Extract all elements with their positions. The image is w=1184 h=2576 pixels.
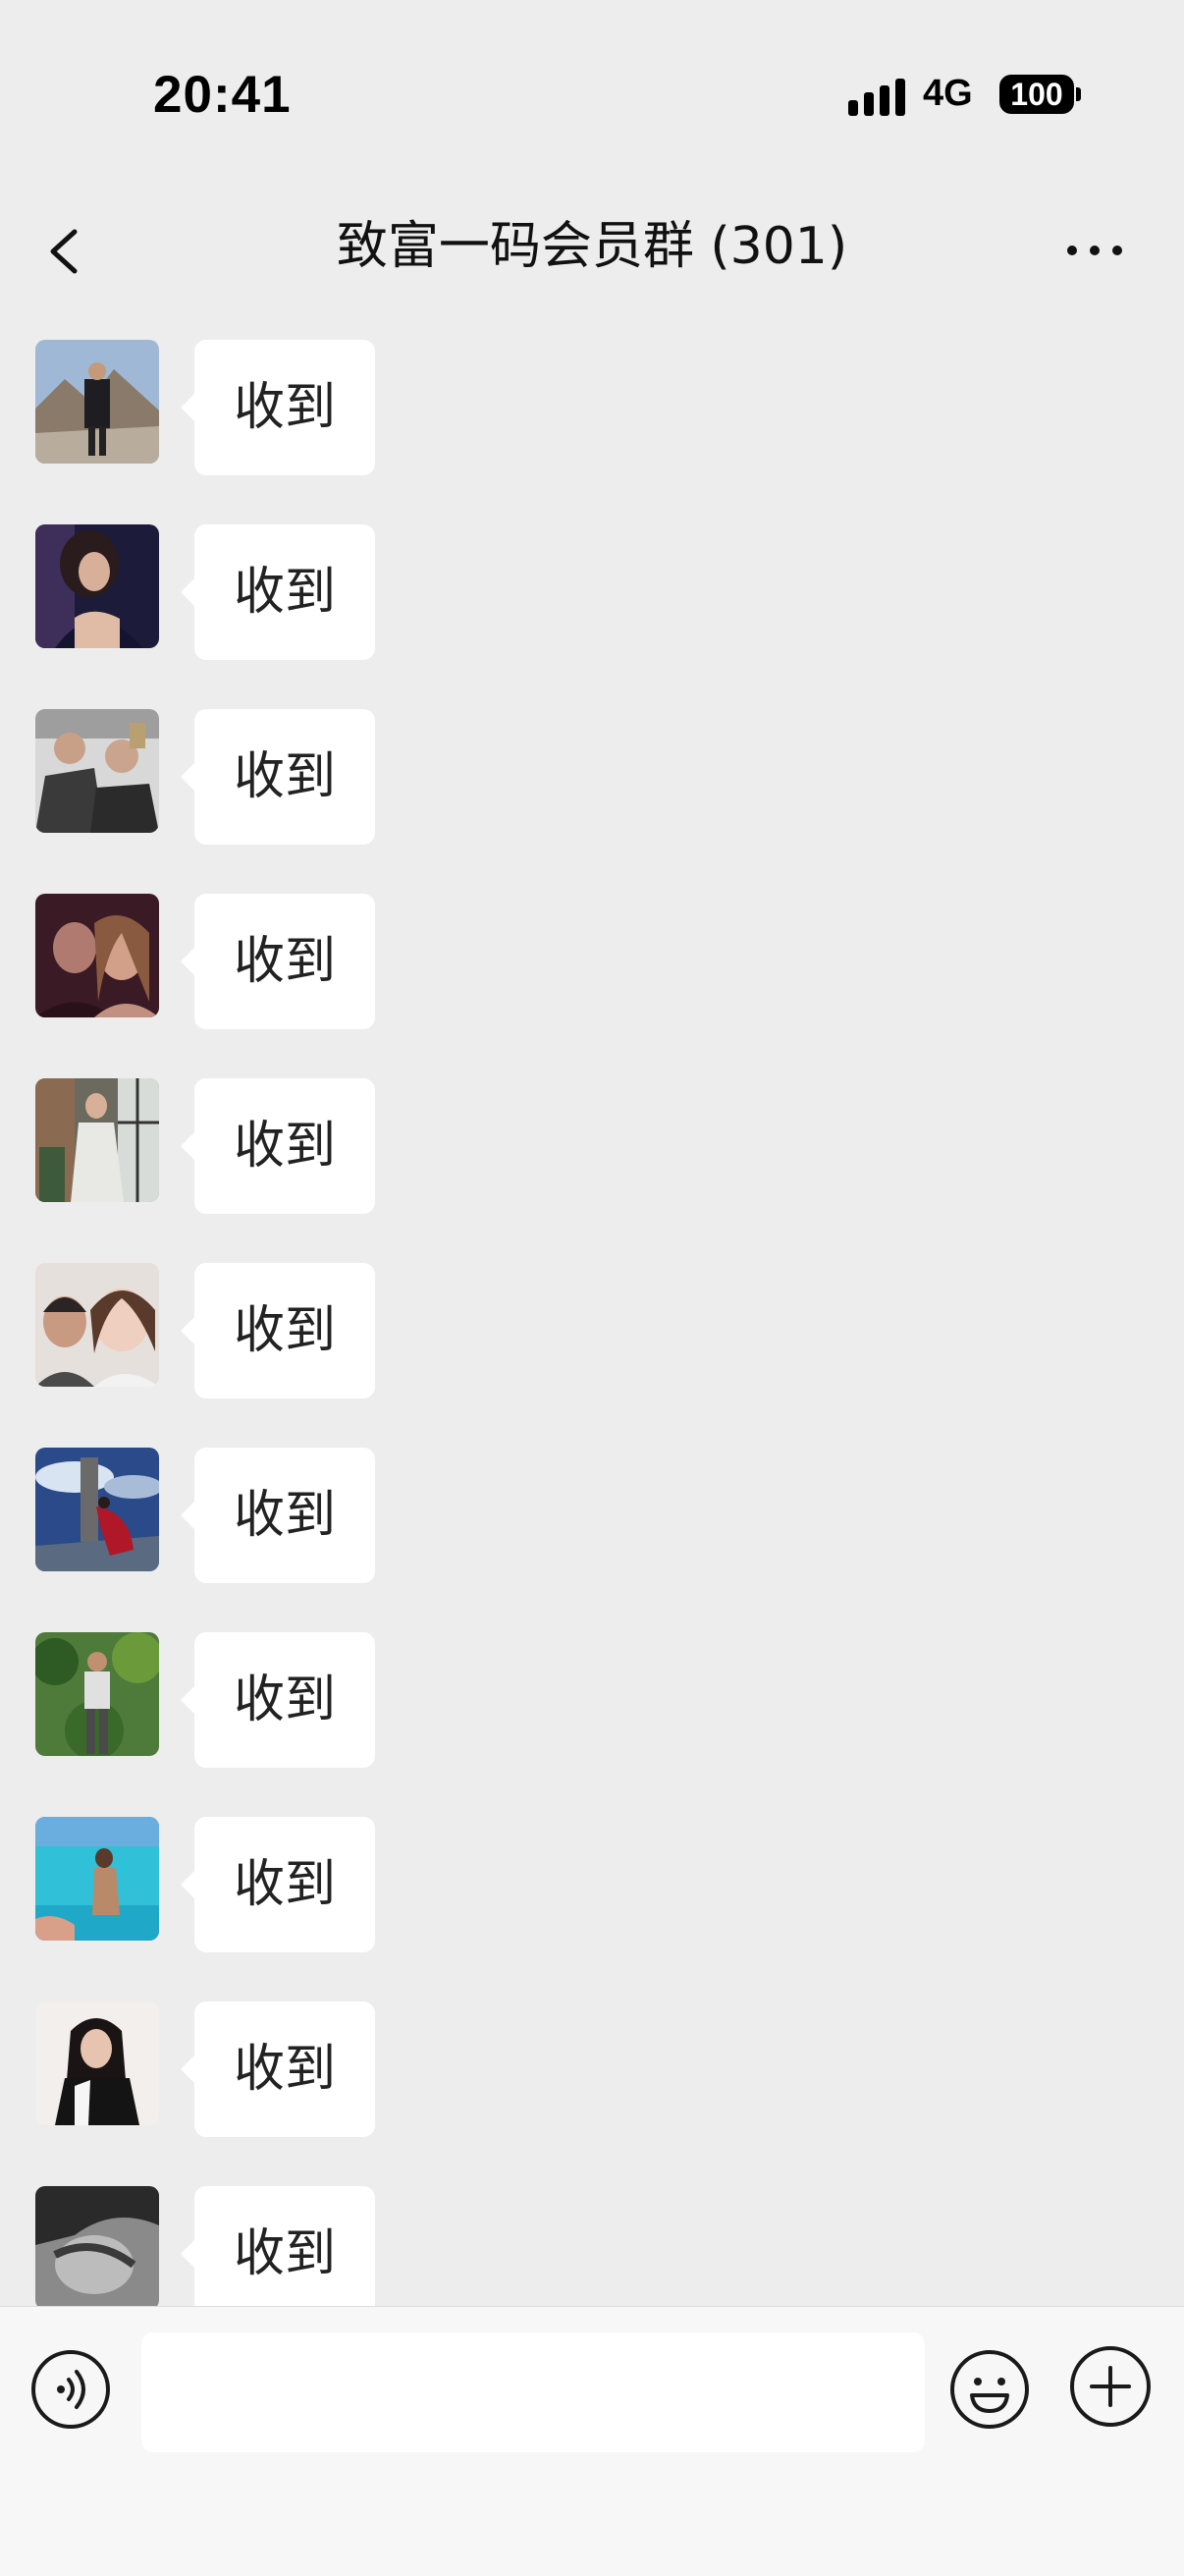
avatar[interactable]	[35, 524, 159, 648]
voice-icon	[31, 2350, 110, 2429]
avatar[interactable]	[35, 340, 159, 464]
emoji-icon	[950, 2350, 1029, 2429]
message-list[interactable]: 收到 收到 收到 收到 收到 收到 收到 收到 收到 收到 收到	[0, 324, 1184, 2306]
network-label: 4G	[923, 73, 973, 114]
message-bubble[interactable]: 收到	[180, 340, 376, 475]
message-bubble[interactable]: 收到	[180, 2186, 376, 2306]
message-row: 收到	[0, 1617, 1184, 1768]
avatar[interactable]	[35, 1817, 159, 1941]
status-time: 20:41	[153, 66, 292, 124]
avatar[interactable]	[35, 1448, 159, 1571]
avatar[interactable]	[35, 2186, 159, 2306]
voice-button[interactable]	[29, 2348, 112, 2431]
battery-icon: 100	[999, 75, 1074, 114]
more-button[interactable]	[1060, 216, 1129, 285]
battery-cap	[1076, 87, 1081, 101]
plus-button[interactable]	[1068, 2344, 1153, 2429]
message-bubble[interactable]: 收到	[180, 1078, 376, 1214]
message-bubble[interactable]: 收到	[180, 709, 376, 845]
message-row: 收到	[0, 1986, 1184, 2137]
avatar[interactable]	[35, 1263, 159, 1387]
message-row: 收到	[0, 1801, 1184, 1952]
avatar[interactable]	[35, 1632, 159, 1756]
avatar[interactable]	[35, 1078, 159, 1202]
message-row: 收到	[0, 878, 1184, 1029]
message-row: 收到	[0, 1432, 1184, 1583]
ellipsis-icon	[1067, 246, 1122, 255]
message-bubble[interactable]: 收到	[180, 2001, 376, 2137]
plus-icon	[1070, 2346, 1151, 2427]
message-bubble[interactable]: 收到	[180, 1632, 376, 1768]
message-bubble[interactable]: 收到	[180, 1448, 376, 1583]
emoji-button[interactable]	[948, 2348, 1031, 2431]
nav-bar: 致富一码会员群 (301)	[0, 177, 1184, 324]
message-row: 收到	[0, 509, 1184, 660]
input-bar	[0, 2306, 1184, 2576]
signal-icon	[848, 79, 905, 116]
page-title: 致富一码会员群 (301)	[336, 217, 848, 276]
avatar[interactable]	[35, 2001, 159, 2125]
message-row: 收到	[0, 324, 1184, 475]
message-row: 收到	[0, 2170, 1184, 2306]
message-row: 收到	[0, 1247, 1184, 1398]
status-bar: 20:41 4G 100	[0, 0, 1184, 177]
message-input[interactable]	[141, 2332, 925, 2452]
avatar[interactable]	[35, 894, 159, 1017]
message-row: 收到	[0, 1063, 1184, 1214]
message-bubble[interactable]: 收到	[180, 1263, 376, 1398]
message-bubble[interactable]: 收到	[180, 1817, 376, 1952]
avatar[interactable]	[35, 709, 159, 833]
message-row: 收到	[0, 693, 1184, 845]
message-bubble[interactable]: 收到	[180, 524, 376, 660]
message-bubble[interactable]: 收到	[180, 894, 376, 1029]
